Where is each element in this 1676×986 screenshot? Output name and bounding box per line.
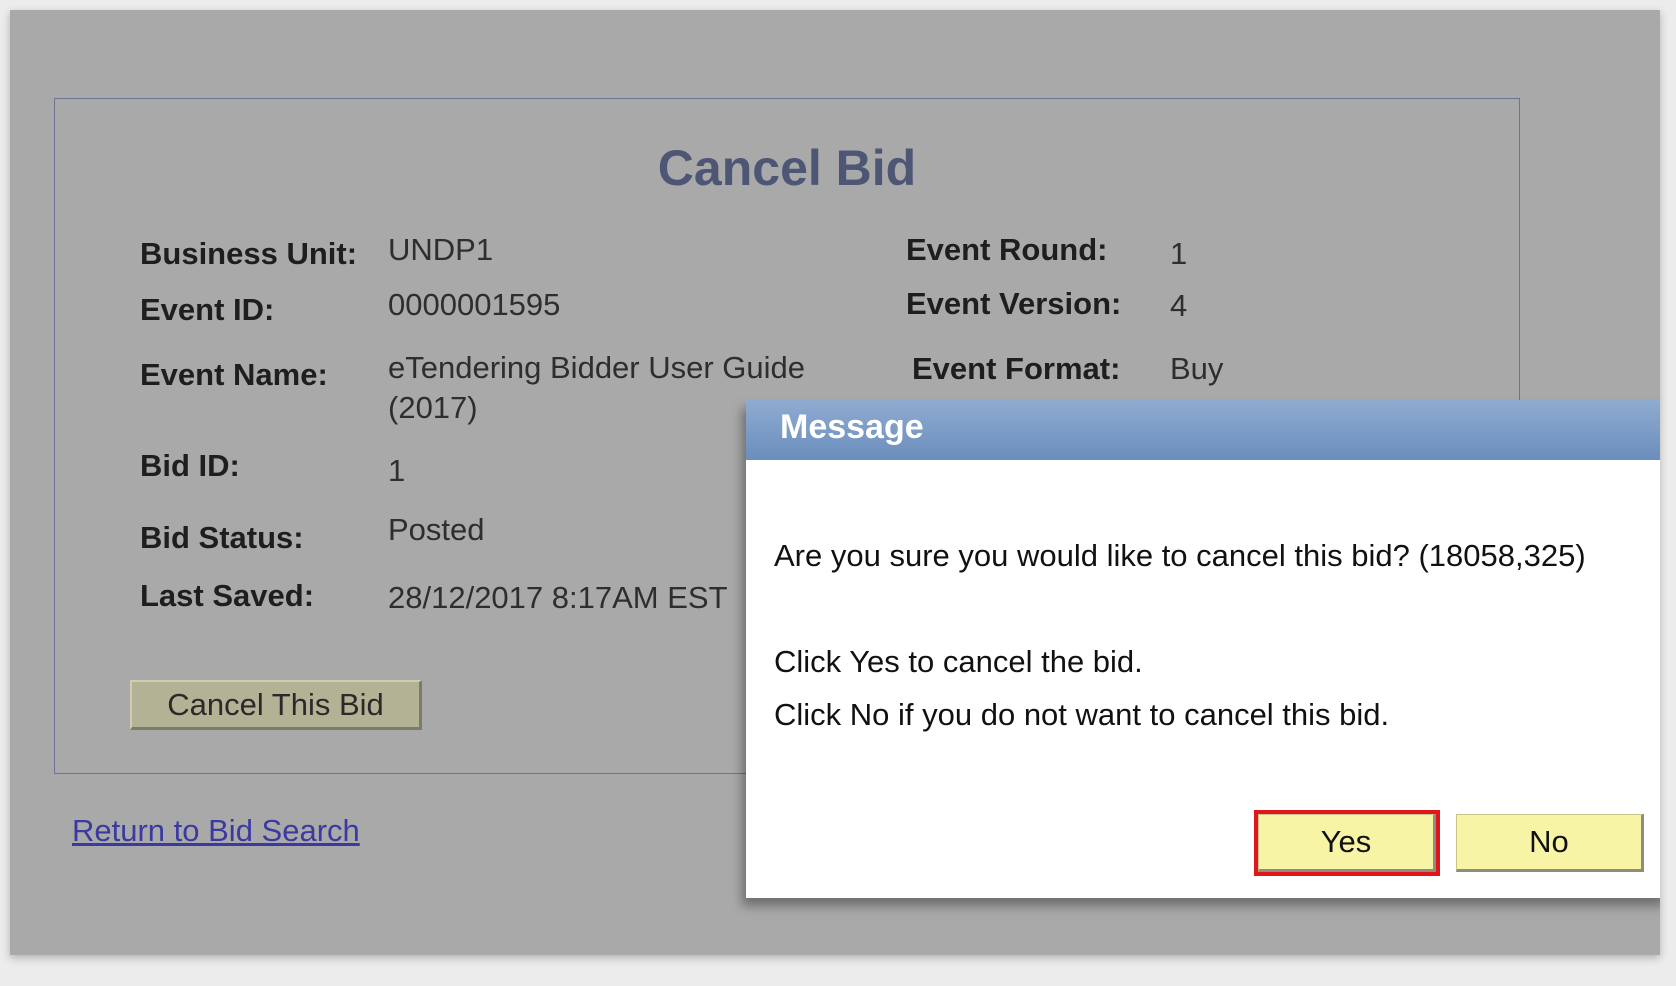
dialog-question: Are you sure you would like to cancel th… (774, 538, 1586, 573)
dialog-no-instruction: Click No if you do not want to cancel th… (774, 697, 1390, 732)
last-saved-value: 28/12/2017 8:17AM EST (388, 580, 728, 615)
message-dialog: Message Are you sure you would like to c… (746, 400, 1660, 898)
page-title: Cancel Bid (657, 140, 917, 196)
dialog-yes-instruction: Click Yes to cancel the bid. (774, 644, 1143, 679)
event-version-value: 4 (1170, 288, 1188, 323)
yes-button[interactable]: Yes (1254, 810, 1440, 876)
business-unit-label: Business Unit: (140, 236, 358, 271)
event-round-label: Event Round: (906, 232, 1108, 267)
event-version-label: Event Version: (906, 286, 1122, 321)
event-id-value: 0000001595 (388, 287, 561, 322)
no-button[interactable]: No (1456, 814, 1644, 872)
event-format-label: Event Format: (912, 351, 1121, 386)
bid-status-label: Bid Status: (140, 520, 304, 555)
event-round-value: 1 (1170, 236, 1188, 271)
last-saved-label: Last Saved: (140, 578, 315, 613)
event-format-value: Buy (1170, 351, 1224, 386)
event-name-label: Event Name: (140, 357, 328, 392)
bid-status-value: Posted (388, 512, 485, 547)
dialog-title: Message (780, 408, 924, 446)
business-unit-value: UNDP1 (388, 232, 494, 267)
bid-id-label: Bid ID: (140, 448, 240, 483)
bid-id-value: 1 (388, 453, 406, 488)
screen: Cancel Bid Business Unit: UNDP1 Event ID… (10, 10, 1660, 955)
return-to-bid-search-link[interactable]: Return to Bid Search (72, 813, 360, 849)
dialog-header[interactable]: Message (746, 400, 1660, 460)
event-id-label: Event ID: (140, 292, 275, 327)
cancel-this-bid-button[interactable]: Cancel This Bid (130, 680, 422, 730)
